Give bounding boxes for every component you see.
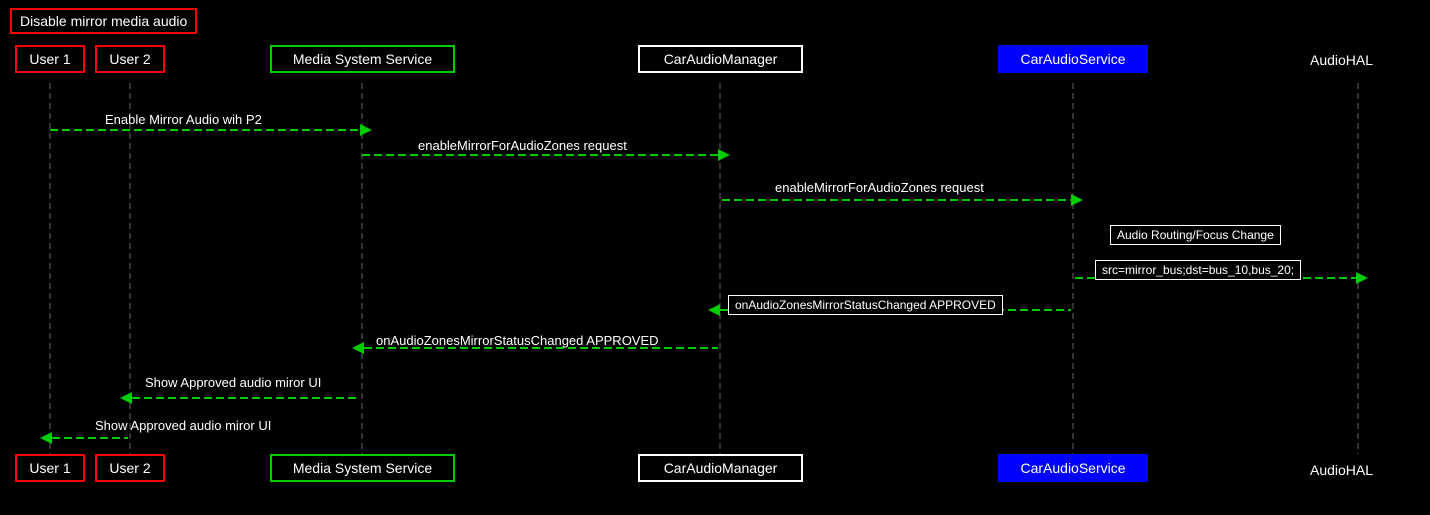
- msg6-label: onAudioZonesMirrorStatusChanged APPROVED: [376, 333, 659, 348]
- actor-hal-top: AudioHAL: [1310, 52, 1373, 68]
- msg1-label: Enable Mirror Audio wih P2: [105, 112, 262, 127]
- actor-cam-top: CarAudioManager: [638, 45, 803, 73]
- actor-mss-bot: Media System Service: [270, 454, 455, 482]
- msg7-label: Show Approved audio miror UI: [145, 375, 321, 390]
- actor-user1-top: User 1: [15, 45, 85, 73]
- msg8-label: Show Approved audio miror UI: [95, 418, 271, 433]
- actor-user2-bot: User 2: [95, 454, 165, 482]
- actor-cas-bot: CarAudioService: [998, 454, 1148, 482]
- msg4b-label: src=mirror_bus;dst=bus_10,bus_20;: [1095, 260, 1301, 280]
- msg5-label: onAudioZonesMirrorStatusChanged APPROVED: [728, 295, 1003, 315]
- sequence-diagram: Disable mirror media audio User 1 User 2…: [0, 0, 1430, 515]
- actor-cas-top: CarAudioService: [998, 45, 1148, 73]
- msg3-label: enableMirrorForAudioZones request: [775, 180, 984, 195]
- lifelines: [0, 0, 1430, 515]
- msg2-label: enableMirrorForAudioZones request: [418, 138, 627, 153]
- actor-user2-top: User 2: [95, 45, 165, 73]
- actor-user1-bot: User 1: [15, 454, 85, 482]
- actor-hal-bot: AudioHAL: [1310, 462, 1373, 478]
- actor-cam-bot: CarAudioManager: [638, 454, 803, 482]
- msg4-label: Audio Routing/Focus Change: [1110, 225, 1281, 245]
- diagram-title: Disable mirror media audio: [10, 8, 197, 34]
- actor-mss-top: Media System Service: [270, 45, 455, 73]
